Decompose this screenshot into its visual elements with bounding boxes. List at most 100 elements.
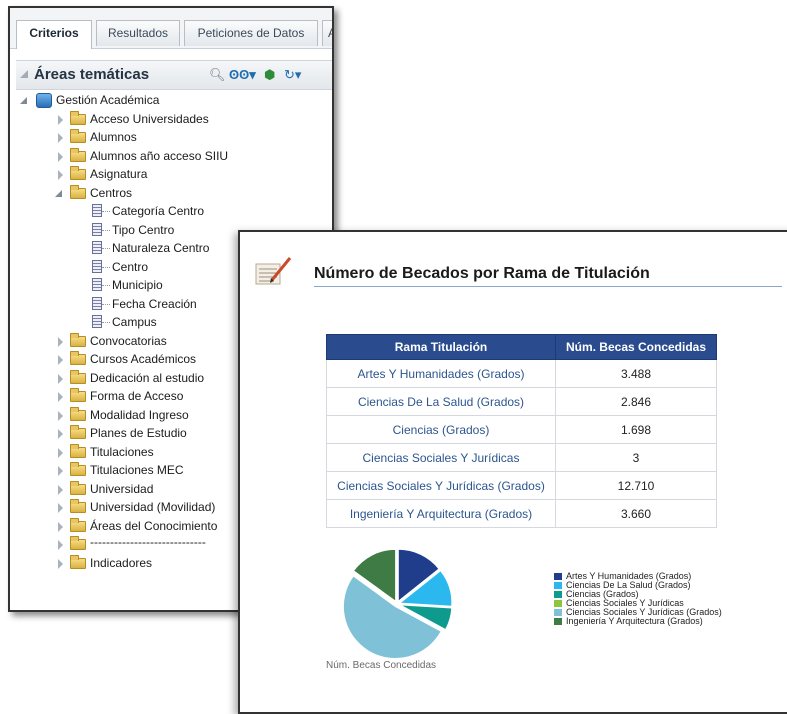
- expand-toggle-icon[interactable]: [58, 170, 63, 180]
- report-panel: Número de Becados por Rama de Titulación…: [238, 230, 787, 714]
- search-icon[interactable]: 🔍︎: [209, 67, 226, 83]
- expand-toggle-icon[interactable]: [58, 503, 63, 513]
- table-row: Artes Y Humanidades (Grados) 3.488: [326, 359, 717, 388]
- becas-cell: 3.488: [555, 359, 717, 388]
- expand-toggle-icon[interactable]: [58, 336, 63, 347]
- binoculars-icon[interactable]: ʘʘ▾: [229, 67, 256, 83]
- folder-icon: [70, 110, 86, 125]
- pie-legend: Artes Y Humanidades (Grados) Ciencias De …: [554, 572, 722, 626]
- legend-item: Ingeniería Y Arquitectura (Grados): [554, 617, 722, 626]
- tree-item-label: Municipio: [112, 278, 163, 292]
- folder-icon: [70, 536, 86, 550]
- expand-toggle-icon[interactable]: [58, 429, 63, 439]
- tree-item-label: Cursos Académicos: [90, 352, 197, 366]
- tree-item-label: Centro: [112, 259, 149, 274]
- pie-chart: [342, 548, 453, 659]
- table-row: Ciencias Sociales Y Jurídicas (Grados) 12…: [326, 471, 717, 500]
- tree-item-label: Acceso Universidades: [90, 111, 209, 126]
- expand-toggle-icon[interactable]: [58, 466, 63, 476]
- add-subject-icon[interactable]: ⬢: [264, 67, 275, 83]
- tree-item-label: Modalidad Ingreso: [90, 407, 189, 422]
- expand-toggle-icon[interactable]: [58, 355, 63, 365]
- column-icon: [92, 278, 102, 291]
- title-divider: [314, 286, 782, 287]
- tree-item-label: Alumnos: [90, 130, 137, 144]
- rama-cell[interactable]: Ciencias De La Salud (Grados): [326, 387, 556, 416]
- folder-icon: [70, 554, 86, 569]
- rama-cell[interactable]: Artes Y Humanidades (Grados): [326, 359, 556, 388]
- becas-cell: 2.846: [555, 387, 717, 416]
- subject-area-icon: [36, 93, 52, 108]
- legend-swatch: [554, 573, 562, 581]
- rama-cell[interactable]: Ciencias Sociales Y Jurídicas: [326, 443, 556, 472]
- tree-item-label: Gestión Académica: [56, 93, 160, 107]
- rama-cell[interactable]: Ciencias (Grados): [326, 415, 556, 444]
- table-row: Ciencias (Grados) 1.698: [326, 415, 717, 444]
- report-edit-icon: [255, 257, 292, 285]
- column-icon: [92, 241, 102, 254]
- tree-item-label: Tipo Centro: [112, 222, 175, 237]
- expand-toggle-icon[interactable]: [58, 114, 63, 125]
- tree-item-label: Dedicación al estudio: [90, 370, 205, 385]
- becas-cell: 3.660: [555, 499, 717, 528]
- tree-item-label: Asignatura: [90, 167, 148, 181]
- tree-item-label: Alumnos año acceso SIIU: [90, 148, 229, 163]
- expand-toggle-icon[interactable]: [58, 392, 63, 402]
- rama-cell[interactable]: Ciencias Sociales Y Jurídicas (Grados): [326, 471, 556, 500]
- expand-toggle-icon[interactable]: [58, 540, 63, 550]
- becas-cell: 1.698: [555, 415, 717, 444]
- tree-item-label: Convocatorias: [90, 333, 167, 348]
- tab-criterios[interactable]: Criterios: [16, 20, 92, 49]
- tree-item-label: -----------------------------: [90, 535, 206, 549]
- column-header-rama[interactable]: Rama Titulación: [326, 334, 556, 360]
- folder-icon: [70, 480, 86, 495]
- tree-item-label: Universidad: [90, 481, 154, 496]
- tree-item-label: Forma de Acceso: [90, 389, 184, 403]
- tab-peticiones-de-datos[interactable]: Peticiones de Datos: [184, 20, 318, 46]
- table-header-row: Rama Titulación Núm. Becas Concedidas: [326, 334, 717, 360]
- folder-icon: [70, 443, 86, 458]
- expand-toggle-icon[interactable]: [58, 373, 63, 384]
- expand-toggle-icon[interactable]: [58, 133, 63, 143]
- table-row: Ingeniería Y Arquitectura (Grados) 3.660: [326, 499, 717, 528]
- column-header-becas[interactable]: Núm. Becas Concedidas: [555, 334, 717, 360]
- tree-item-label: Categoría Centro: [112, 204, 205, 218]
- report-title: Número de Becados por Rama de Titulación: [314, 265, 650, 282]
- expand-toggle-icon[interactable]: [58, 410, 63, 421]
- tab-overflow[interactable]: A: [322, 20, 332, 46]
- folder-icon: [70, 406, 86, 421]
- becas-cell: 3: [555, 443, 717, 472]
- legend-swatch: [554, 600, 562, 608]
- expand-toggle-icon[interactable]: [58, 558, 63, 569]
- collapse-toggle-icon[interactable]: [55, 189, 62, 197]
- folder-icon: [70, 332, 86, 347]
- column-icon: [92, 315, 102, 328]
- becas-cell: 12.710: [555, 471, 717, 500]
- collapse-triangle-icon[interactable]: [20, 70, 28, 78]
- table-body: Artes Y Humanidades (Grados) 3.488 Ciencia…: [326, 359, 717, 528]
- tree-item-label: Campus: [112, 315, 157, 329]
- expand-toggle-icon[interactable]: [58, 484, 63, 495]
- legend-swatch: [554, 618, 562, 626]
- tree-item-label: Universidad (Movilidad): [90, 500, 216, 514]
- folder-icon: [70, 425, 86, 439]
- table-row: Ciencias De La Salud (Grados) 2.846: [326, 387, 717, 416]
- expand-toggle-icon[interactable]: [58, 521, 63, 532]
- column-icon: [92, 222, 102, 236]
- expand-toggle-icon[interactable]: [58, 151, 63, 162]
- tab-resultados[interactable]: Resultados: [96, 20, 180, 46]
- pie-caption: Núm. Becas Concedidas: [326, 660, 437, 671]
- collapse-toggle-icon[interactable]: [20, 97, 27, 104]
- column-icon: [92, 259, 102, 273]
- tab-bar: Criterios Resultados Peticiones de Datos…: [10, 8, 332, 49]
- refresh-icon[interactable]: ↻▾: [284, 67, 301, 83]
- folder-icon: [70, 147, 86, 162]
- legend-label: Ingeniería Y Arquitectura (Grados): [566, 616, 703, 626]
- tree-item-label: Planes de Estudio: [90, 426, 187, 440]
- tree-item-label: Titulaciones MEC: [90, 463, 184, 477]
- folder-icon: [70, 517, 86, 532]
- folder-icon: [70, 351, 86, 365]
- rama-cell[interactable]: Ingeniería Y Arquitectura (Grados): [326, 499, 556, 528]
- expand-toggle-icon[interactable]: [58, 447, 63, 458]
- folder-icon: [70, 184, 86, 199]
